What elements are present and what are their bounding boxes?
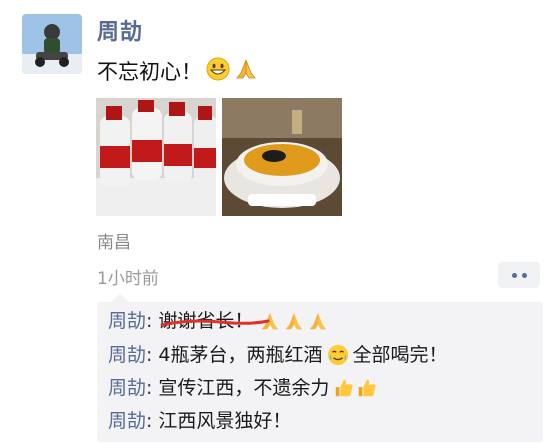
comment-separator: : bbox=[146, 344, 153, 366]
post-location[interactable]: 南昌 bbox=[97, 228, 131, 253]
red-underline-annotation bbox=[160, 319, 270, 327]
comment-text: 江西风景独好！ bbox=[158, 410, 292, 432]
comment-author[interactable]: 周劼 bbox=[108, 406, 146, 436]
avatar[interactable] bbox=[22, 14, 82, 74]
comment-text: 4瓶茅台，两瓶红酒 bbox=[158, 344, 323, 366]
post-photo-caviar-dish[interactable] bbox=[222, 98, 342, 216]
crying-emoji-icon bbox=[327, 344, 349, 366]
comment-author[interactable]: 周劼 bbox=[108, 306, 146, 336]
post-text: 不忘初心！ bbox=[97, 56, 258, 86]
thumbs-up-emoji-icon bbox=[333, 377, 378, 399]
comment-item[interactable]: 周劼 : 宣传江西，不遗余力 bbox=[108, 373, 378, 403]
post-text-content: 不忘初心！ bbox=[97, 60, 202, 84]
dot bbox=[521, 272, 527, 278]
comment-separator: : bbox=[146, 410, 153, 432]
comment-author[interactable]: 周劼 bbox=[108, 373, 146, 403]
post-time: 1小时前 bbox=[97, 269, 159, 289]
praying-hands-emoji-icon bbox=[234, 57, 258, 86]
comment-separator: : bbox=[146, 310, 153, 332]
comment-item[interactable]: 周劼 : 江西风景独好！ bbox=[108, 406, 291, 436]
comment-item[interactable]: 周劼 : 4瓶茅台，两瓶红酒 全部喝完！ bbox=[108, 340, 448, 370]
comment-text: 宣传江西，不遗余力 bbox=[158, 377, 330, 399]
comment-text-after: 全部喝完！ bbox=[352, 344, 448, 366]
more-dots-icon[interactable] bbox=[498, 262, 540, 288]
comment-author[interactable]: 周劼 bbox=[108, 340, 146, 370]
comment-separator: : bbox=[146, 377, 153, 399]
post-author[interactable]: 周劼 bbox=[97, 14, 143, 46]
dot bbox=[511, 272, 517, 278]
grin-emoji-icon bbox=[206, 57, 230, 86]
post-photo-moutai-bottles[interactable] bbox=[96, 98, 216, 216]
